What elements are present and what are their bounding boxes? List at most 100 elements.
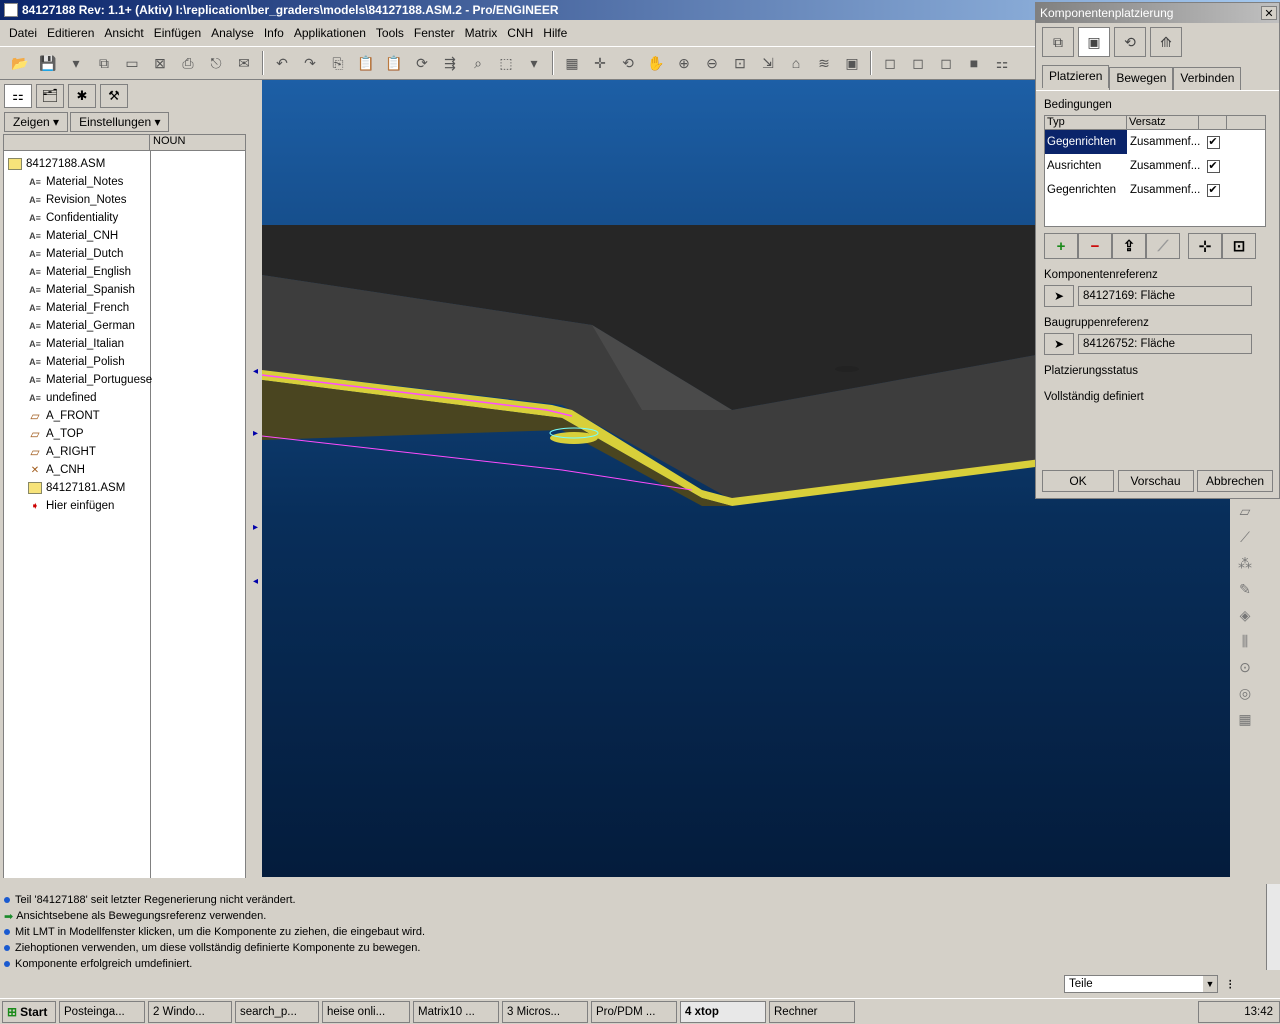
menu-cnh[interactable]: CNH bbox=[502, 26, 538, 40]
move-icon[interactable]: ⟰ bbox=[1150, 27, 1182, 57]
select-box-icon[interactable]: ⬚ bbox=[494, 51, 518, 75]
regen-manager-icon[interactable]: ⇶ bbox=[438, 51, 462, 75]
sketch-icon[interactable]: ✎ bbox=[1231, 576, 1259, 602]
view-manager-icon[interactable]: ▣ bbox=[840, 51, 864, 75]
refit-icon[interactable]: ⊡ bbox=[728, 51, 752, 75]
orient-icon[interactable]: ⟲ bbox=[616, 51, 640, 75]
task-microsoft[interactable]: 3 Micros... bbox=[502, 1000, 588, 1023]
session-icon[interactable]: ⧉ bbox=[92, 51, 116, 75]
layers-icon[interactable]: ≋ bbox=[812, 51, 836, 75]
tree-item[interactable]: ✕ A_CNH bbox=[28, 461, 85, 479]
save-dropdown-icon[interactable]: ▾ bbox=[64, 51, 88, 75]
constraint-checkbox[interactable]: ✔ bbox=[1206, 135, 1220, 149]
panel-splitter[interactable]: ◂ ▸ ▸ ◂ bbox=[250, 82, 262, 876]
flip-constraint-icon[interactable]: ⇪ bbox=[1112, 233, 1146, 259]
select-dropdown-icon[interactable]: ▾ bbox=[522, 51, 546, 75]
wireframe-icon[interactable]: ◻ bbox=[878, 51, 902, 75]
shading-icon[interactable]: ■ bbox=[962, 51, 986, 75]
menu-applikationen[interactable]: Applikationen bbox=[289, 26, 371, 40]
tree-item[interactable]: ▱ A_TOP bbox=[28, 425, 83, 443]
paste-icon[interactable]: 📋 bbox=[354, 51, 378, 75]
message-scrollbar[interactable] bbox=[1266, 884, 1280, 970]
tab-bewegen[interactable]: Bewegen bbox=[1109, 67, 1174, 90]
select-comp-ref-arrow-icon[interactable]: ➤ bbox=[1044, 285, 1074, 307]
asm-ref-field[interactable]: 84126752: Fläche bbox=[1078, 334, 1252, 354]
tree-item[interactable]: A≡ Material_Portuguese bbox=[28, 371, 152, 389]
regenerate-icon[interactable]: ⟳ bbox=[410, 51, 434, 75]
constraint-type[interactable]: Ausrichten bbox=[1045, 154, 1127, 178]
task-explorer[interactable]: 2 Windo... bbox=[148, 1000, 232, 1023]
hole-icon[interactable]: ◎ bbox=[1231, 680, 1259, 706]
tree-item[interactable]: A≡ Material_Notes bbox=[28, 173, 123, 191]
constraint-type[interactable]: Gegenrichten bbox=[1045, 130, 1127, 154]
menu-hilfe[interactable]: Hilfe bbox=[538, 26, 572, 40]
menu-einfuegen[interactable]: Einfügen bbox=[149, 26, 206, 40]
cancel-button[interactable]: Abbrechen bbox=[1197, 470, 1273, 492]
model-tree-tab-icon[interactable]: ⚏ bbox=[4, 84, 32, 108]
task-firefox[interactable]: heise onli... bbox=[322, 1000, 410, 1023]
expand-arrow-icon[interactable]: ▸ bbox=[253, 428, 258, 439]
save-icon[interactable]: 💾 bbox=[36, 51, 60, 75]
task-matrix[interactable]: Matrix10 ... bbox=[413, 1000, 499, 1023]
open-icon[interactable]: 📂 bbox=[8, 51, 32, 75]
tab-platzieren[interactable]: Platzieren bbox=[1042, 65, 1110, 88]
task-outlook[interactable]: Posteinga... bbox=[59, 1000, 145, 1023]
send-icon[interactable]: ⎋ bbox=[204, 51, 228, 75]
mail-icon[interactable]: ✉ bbox=[232, 51, 256, 75]
traffic-light-icon[interactable]: ⁝ bbox=[1228, 976, 1232, 993]
datum-axis-icon[interactable]: ⟋ bbox=[1231, 524, 1259, 550]
comp-ref-field[interactable]: 84127169: Fläche bbox=[1078, 286, 1252, 306]
model-tree-icon[interactable]: ⚏ bbox=[990, 51, 1014, 75]
tree-column-name[interactable] bbox=[4, 135, 150, 150]
menu-ansicht[interactable]: Ansicht bbox=[99, 26, 148, 40]
datum-icon[interactable]: ▱ bbox=[1231, 498, 1259, 524]
print-icon[interactable]: ⎙ bbox=[176, 51, 200, 75]
saved-views-icon[interactable]: ⌂ bbox=[784, 51, 808, 75]
surface-icon[interactable]: ◈ bbox=[1231, 602, 1259, 628]
window-icon[interactable]: ▭ bbox=[120, 51, 144, 75]
pattern-icon[interactable]: ▦ bbox=[1231, 706, 1259, 732]
tree-item[interactable]: A≡ Material_German bbox=[28, 317, 135, 335]
close-window-icon[interactable]: ⊠ bbox=[148, 51, 172, 75]
col-offset[interactable]: Versatz bbox=[1127, 116, 1199, 129]
dialog-close-icon[interactable]: ✕ bbox=[1261, 6, 1277, 20]
tree-item[interactable]: A≡ Material_Dutch bbox=[28, 245, 123, 263]
menu-info[interactable]: Info bbox=[259, 26, 289, 40]
no-hidden-icon[interactable]: ◻ bbox=[934, 51, 958, 75]
constraint-checkbox[interactable]: ✔ bbox=[1206, 183, 1220, 197]
auto-icon[interactable]: ⟲ bbox=[1114, 27, 1146, 57]
collapse-arrow-icon[interactable]: ◂ bbox=[253, 366, 258, 377]
copy-icon[interactable]: ⎘ bbox=[326, 51, 350, 75]
tab-verbinden[interactable]: Verbinden bbox=[1173, 67, 1242, 90]
reference-icon[interactable]: ⊡ bbox=[1222, 233, 1256, 259]
filter-select[interactable]: Teile ▼ bbox=[1064, 975, 1218, 993]
tree-item[interactable]: A≡ Material_Polish bbox=[28, 353, 125, 371]
tree-item[interactable]: A≡ Material_Spanish bbox=[28, 281, 135, 299]
chevron-down-icon[interactable]: ▼ bbox=[1203, 976, 1217, 992]
expand-arrow-icon[interactable]: ▸ bbox=[253, 522, 258, 533]
col-type[interactable]: Typ bbox=[1045, 116, 1127, 129]
connections-tab-icon[interactable]: ⚒ bbox=[100, 84, 128, 108]
ok-button[interactable]: OK bbox=[1042, 470, 1114, 492]
tree-item[interactable]: A≡ Revision_Notes bbox=[28, 191, 126, 209]
folder-browser-tab-icon[interactable]: 🗂 bbox=[36, 84, 64, 108]
start-button[interactable]: ⊞ Start bbox=[2, 1000, 56, 1023]
tree-column-noun[interactable]: NOUN bbox=[150, 135, 185, 150]
task-xtop[interactable]: 4 xtop bbox=[680, 1000, 766, 1023]
tree-item[interactable]: 84127181.ASM bbox=[28, 479, 125, 497]
tree-item[interactable]: A≡ undefined bbox=[28, 389, 96, 407]
tree-item[interactable]: A≡ Material_CNH bbox=[28, 227, 118, 245]
menu-editieren[interactable]: Editieren bbox=[42, 26, 99, 40]
tree-item[interactable]: A≡ Material_Italian bbox=[28, 335, 124, 353]
menu-fenster[interactable]: Fenster bbox=[409, 26, 460, 40]
menu-analyse[interactable]: Analyse bbox=[206, 26, 259, 40]
coordinate-system-icon[interactable]: ⊹ bbox=[1188, 233, 1222, 259]
tree-item[interactable]: 84127188.ASM bbox=[8, 155, 105, 173]
task-calculator[interactable]: Rechner bbox=[769, 1000, 855, 1023]
find-icon[interactable]: ⌕ bbox=[466, 51, 490, 75]
remove-constraint-icon[interactable]: − bbox=[1078, 233, 1112, 259]
pan-hand-icon[interactable]: ✋ bbox=[644, 51, 668, 75]
tree-item[interactable]: A≡ Material_English bbox=[28, 263, 131, 281]
constraint-offset[interactable]: Zusammenf... bbox=[1127, 130, 1200, 154]
show-dropdown-button[interactable]: Zeigen ▾ bbox=[4, 112, 69, 132]
